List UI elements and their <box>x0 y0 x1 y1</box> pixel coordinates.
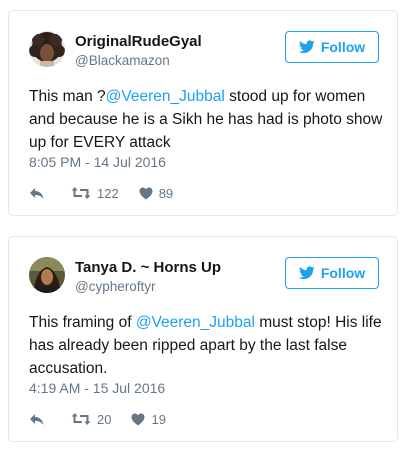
follow-label: Follow <box>320 265 366 281</box>
follow-label: Follow <box>320 39 366 55</box>
retweet-icon <box>71 413 91 425</box>
timestamp[interactable]: 8:05 PM - 14 Jul 2016 <box>29 154 166 170</box>
like-button[interactable]: 89 <box>139 186 173 201</box>
tweet-text: This framing of @Veeren_Jubbal must stop… <box>29 311 389 380</box>
avatar[interactable] <box>29 31 65 67</box>
heart-icon <box>139 187 153 199</box>
mention-link[interactable]: @Veeren_Jubbal <box>136 314 255 331</box>
like-count: 89 <box>158 185 174 201</box>
heart-icon <box>131 413 145 425</box>
tweet-text-part: This framing of <box>29 314 136 331</box>
follow-button[interactable]: Follow <box>285 257 379 289</box>
reply-icon <box>30 188 44 199</box>
reply-button[interactable] <box>29 412 45 426</box>
user-handle[interactable]: @cypheroftyr <box>75 279 155 294</box>
retweet-count: 122 <box>97 185 119 201</box>
retweet-button[interactable]: 20 <box>71 412 111 427</box>
user-handle[interactable]: @Blackamazon <box>75 53 170 68</box>
tweet-text: This man ?@Veeren_Jubbal stood up for wo… <box>29 85 389 154</box>
retweet-button[interactable]: 122 <box>71 186 119 201</box>
tweet-actions: 20 19 <box>29 409 166 429</box>
timestamp[interactable]: 4:19 AM - 15 Jul 2016 <box>29 380 165 396</box>
retweet-icon <box>71 187 91 199</box>
bird-icon <box>298 40 315 54</box>
tweet-card: OriginalRudeGyal @Blackamazon Follow Thi… <box>8 10 398 216</box>
bird-icon <box>298 266 315 280</box>
follow-button[interactable]: Follow <box>285 31 379 63</box>
reply-button[interactable] <box>29 186 45 200</box>
reply-icon <box>30 414 44 425</box>
tweet-actions: 122 89 <box>29 183 173 203</box>
display-name[interactable]: OriginalRudeGyal <box>75 33 202 50</box>
mention-link[interactable]: @Veeren_Jubbal <box>106 88 225 105</box>
like-count: 19 <box>151 411 166 427</box>
like-button[interactable]: 19 <box>131 411 166 427</box>
display-name[interactable]: Tanya D. ~ Horns Up <box>75 259 221 276</box>
tweet-text-part: This man ? <box>29 88 106 105</box>
avatar[interactable] <box>29 257 65 293</box>
retweet-count: 20 <box>97 411 112 427</box>
tweet-card: Tanya D. ~ Horns Up @cypheroftyr Follow … <box>8 236 398 442</box>
